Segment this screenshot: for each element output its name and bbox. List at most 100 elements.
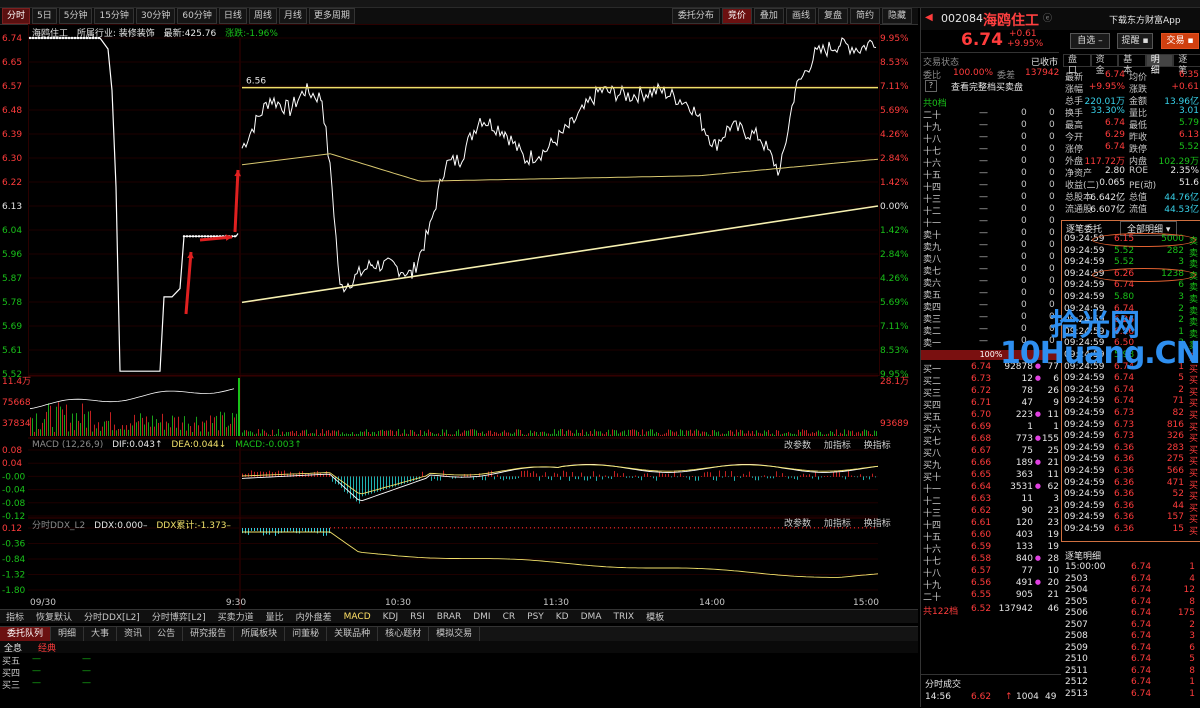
detail-price: 6.74 bbox=[1131, 619, 1152, 630]
indicator-tab-16[interactable]: TRIX bbox=[607, 612, 640, 622]
tool-tab-0[interactable]: 委托分布 bbox=[671, 8, 720, 24]
info-tab-1[interactable]: 资金 bbox=[1090, 54, 1119, 76]
volume-bar bbox=[540, 432, 541, 436]
bottom-tab-8[interactable]: 关联品种 bbox=[327, 627, 379, 641]
bottom-tab-10[interactable]: 模拟交易 bbox=[429, 627, 481, 641]
period-tab-7[interactable]: 周线 bbox=[248, 8, 277, 24]
ddx-add-indicator[interactable]: 加指标 bbox=[820, 519, 855, 529]
quote-value: 5.52 bbox=[1178, 142, 1199, 152]
tool-tab-1[interactable]: 竞价 bbox=[721, 8, 752, 24]
period-tab-2[interactable]: 5分钟 bbox=[58, 8, 93, 24]
bottom-tab-4[interactable]: 公告 bbox=[150, 627, 184, 641]
macd-bar bbox=[767, 476, 768, 479]
stock-arrow-icon[interactable]: ◀ bbox=[925, 12, 933, 23]
indicator-tab-8[interactable]: KDJ bbox=[377, 612, 405, 622]
indicator-tab-7[interactable]: MACD bbox=[338, 612, 377, 622]
buy-total-volume: 137942 bbox=[998, 604, 1033, 614]
bottom-tab-5[interactable]: 研究报告 bbox=[183, 627, 235, 641]
macd-switch-indicator[interactable]: 换指标 bbox=[860, 441, 895, 451]
subtab-jingdian[interactable]: 经典 bbox=[38, 641, 56, 654]
bottom-tab-3[interactable]: 资讯 bbox=[117, 627, 151, 641]
tool-tab-4[interactable]: 复盘 bbox=[817, 8, 848, 24]
period-tab-4[interactable]: 30分钟 bbox=[135, 8, 176, 24]
detail-time: 2506 bbox=[1065, 608, 1088, 618]
indicator-tab-1[interactable]: 恢复默认 bbox=[30, 610, 78, 623]
period-tab-5[interactable]: 60分钟 bbox=[177, 8, 217, 24]
info-tab-3[interactable]: 明细 bbox=[1145, 54, 1174, 76]
volume-bar bbox=[126, 425, 127, 436]
bottom-tab-6[interactable]: 所属板块 bbox=[234, 627, 286, 641]
tool-tab-2[interactable]: 叠加 bbox=[753, 8, 784, 24]
bottom-tab-2[interactable]: 大事 bbox=[84, 627, 118, 641]
trade-button[interactable]: 交易 ▪ bbox=[1161, 33, 1199, 49]
volume-bar bbox=[694, 430, 695, 436]
ddx-edit-param[interactable]: 改参数 bbox=[780, 519, 815, 529]
ddx-bar bbox=[646, 527, 647, 529]
indicator-tab-15[interactable]: DMA bbox=[575, 612, 608, 622]
period-tab-0[interactable]: 分时 bbox=[2, 8, 31, 24]
indicator-tab-13[interactable]: PSY bbox=[521, 612, 550, 622]
buy-level-price: 6.71 bbox=[971, 398, 992, 408]
alert-button[interactable]: 提醒 ▪ bbox=[1117, 33, 1153, 49]
bottom-tab-7[interactable]: 问董秘 bbox=[285, 627, 328, 641]
macd-bar bbox=[569, 476, 570, 481]
indicator-tab-5[interactable]: 量比 bbox=[260, 610, 290, 623]
indicator-tab-9[interactable]: RSI bbox=[404, 612, 431, 622]
volume-bar bbox=[520, 430, 521, 436]
bottom-tab-0[interactable]: 委托队列 bbox=[0, 627, 52, 641]
view-full-book-link[interactable]: 查看完整档买卖盘 bbox=[951, 80, 1023, 93]
buy-level-volume: 491 bbox=[1015, 578, 1033, 588]
indicator-tab-14[interactable]: KD bbox=[550, 612, 575, 622]
indicator-tab-12[interactable]: CR bbox=[497, 612, 522, 622]
indicator-tab-4[interactable]: 买卖力道 bbox=[212, 610, 260, 623]
indicator-tab-6[interactable]: 内外盘差 bbox=[290, 610, 338, 623]
volume-bar bbox=[358, 434, 359, 436]
indicator-tab-3[interactable]: 分时博弈[L2] bbox=[146, 610, 212, 623]
indicator-tab-2[interactable]: 分时DDX[L2] bbox=[78, 610, 146, 623]
download-app-link[interactable]: 下载东方财富App bbox=[1109, 13, 1181, 26]
bottom-tab-1[interactable]: 明细 bbox=[51, 627, 85, 641]
volume-bar bbox=[228, 425, 229, 436]
tool-tab-6[interactable]: 隐藏 bbox=[881, 8, 912, 24]
period-tab-6[interactable]: 日线 bbox=[218, 8, 247, 24]
macd-edit-param[interactable]: 改参数 bbox=[780, 441, 815, 451]
indicator-tab-0[interactable]: 指标 bbox=[0, 610, 30, 623]
ddx-switch-indicator[interactable]: 换指标 bbox=[860, 519, 895, 529]
volume-bar bbox=[280, 434, 281, 436]
buy-level-price: 6.58 bbox=[971, 554, 992, 564]
info-tab-0[interactable]: 盘口 bbox=[1063, 54, 1091, 76]
stock-info-icon[interactable]: ⓔ bbox=[1043, 11, 1052, 24]
tool-tab-5[interactable]: 简约 bbox=[849, 8, 880, 24]
volume-bar bbox=[158, 422, 159, 436]
zhubi-time: 09:24:59 bbox=[1064, 524, 1105, 534]
help-icon[interactable]: ? bbox=[925, 80, 937, 92]
volume-bar bbox=[582, 429, 583, 436]
zhubi-price: 6.36 bbox=[1114, 512, 1135, 523]
info-tab-4[interactable]: 逐笔 bbox=[1173, 54, 1200, 76]
indicator-tab-10[interactable]: BRAR bbox=[431, 612, 467, 622]
ddx-bar bbox=[622, 527, 623, 529]
subtab-quanxi[interactable]: 全息 bbox=[4, 641, 22, 654]
volume-bar bbox=[208, 431, 209, 436]
macd-add-indicator[interactable]: 加指标 bbox=[820, 441, 855, 451]
volume-bar bbox=[108, 420, 109, 436]
period-tab-1[interactable]: 5日 bbox=[32, 8, 57, 24]
macd-bar bbox=[650, 476, 651, 477]
macd-bar bbox=[842, 476, 843, 478]
indicator-tab-17[interactable]: 模板 bbox=[640, 610, 670, 623]
period-tab-8[interactable]: 月线 bbox=[278, 8, 307, 24]
volume-bar bbox=[224, 412, 225, 436]
ddx-bar bbox=[630, 527, 631, 529]
volume-bar bbox=[790, 433, 791, 436]
bottom-tab-9[interactable]: 核心题材 bbox=[378, 627, 430, 641]
volume-bar bbox=[654, 433, 655, 436]
macd-tick-label: 0.04 bbox=[2, 459, 22, 469]
info-tab-2[interactable]: 基本 bbox=[1118, 54, 1146, 76]
indicator-tab-11[interactable]: DMI bbox=[467, 612, 496, 622]
sell-level-volume: 0 bbox=[1021, 228, 1027, 238]
period-tab-3[interactable]: 15分钟 bbox=[94, 8, 134, 24]
add-watchlist-button[interactable]: 自选 – bbox=[1070, 33, 1110, 49]
sell-level-price: — bbox=[979, 324, 988, 334]
period-tab-9[interactable]: 更多周期 bbox=[308, 8, 355, 24]
tool-tab-3[interactable]: 画线 bbox=[785, 8, 816, 24]
